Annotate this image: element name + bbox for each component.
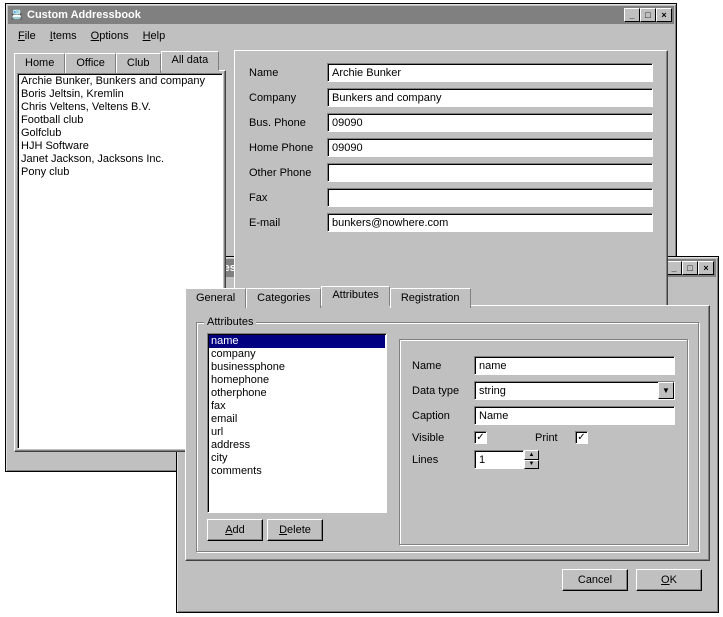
cancel-button[interactable]: Cancel [562,569,628,591]
spinner-up-icon[interactable]: ▲ [524,450,539,460]
maximize-button[interactable]: □ [682,261,698,275]
company-field[interactable] [327,88,653,107]
name-label: Name [249,67,327,79]
tab-home[interactable]: Home [14,53,65,73]
list-item[interactable]: name [209,335,385,348]
otherphone-field[interactable] [327,163,653,182]
email-field[interactable] [327,213,653,232]
ok-button[interactable]: OK [636,569,702,591]
close-button[interactable]: × [698,261,714,275]
attr-name-field[interactable] [474,356,675,375]
tab-registration[interactable]: Registration [390,288,471,308]
menu-items[interactable]: Items [44,28,83,44]
spinner-down-icon[interactable]: ▼ [524,460,539,470]
settings-window: 📇 Addressbook Settings _ □ × General Cat… [176,256,719,613]
list-item[interactable]: Chris Veltens, Veltens B.V. [19,101,221,114]
tab-all-data[interactable]: All data [161,51,220,71]
datatype-value: string [475,385,658,397]
lines-spinner[interactable]: ▲ ▼ [474,450,539,469]
minimize-button[interactable]: _ [624,8,640,22]
menubar: File Items Options Help [6,26,676,46]
busphone-field[interactable] [327,113,653,132]
close-button[interactable]: × [656,8,672,22]
minimize-button[interactable]: _ [666,261,682,275]
list-item[interactable]: comments [209,465,385,478]
tab-categories[interactable]: Categories [246,288,321,308]
list-item[interactable]: homephone [209,374,385,387]
lines-label: Lines [412,454,474,466]
fax-label: Fax [249,192,327,204]
list-item[interactable]: address [209,439,385,452]
homephone-field[interactable] [327,138,653,157]
print-checkbox[interactable]: ✓ [575,431,588,444]
list-item[interactable]: Janet Jackson, Jacksons Inc. [19,153,221,166]
datatype-select[interactable]: string ▼ [474,381,675,400]
list-item[interactable]: email [209,413,385,426]
busphone-label: Bus. Phone [249,117,327,129]
datatype-label: Data type [412,385,474,397]
list-item[interactable]: city [209,452,385,465]
email-label: E-mail [249,217,327,229]
list-item[interactable]: otherphone [209,387,385,400]
tab-attributes[interactable]: Attributes [321,286,389,306]
maximize-button[interactable]: □ [640,8,656,22]
main-tabs: Home Office Club All data [14,50,226,70]
list-item[interactable]: HJH Software [19,140,221,153]
caption-field[interactable] [474,406,675,425]
menu-help[interactable]: Help [137,28,172,44]
menu-options[interactable]: Options [85,28,135,44]
name-field[interactable] [327,63,653,82]
attributes-caption: Attributes [204,316,256,328]
homephone-label: Home Phone [249,142,327,154]
attr-name-label: Name [412,360,474,372]
list-item[interactable]: businessphone [209,361,385,374]
list-item[interactable]: Pony club [19,166,221,179]
delete-button[interactable]: Delete [267,519,323,541]
main-titlebar[interactable]: 📇 Custom Addressbook _ □ × [8,6,674,24]
lines-field[interactable] [474,450,524,469]
otherphone-label: Other Phone [249,167,327,179]
menu-file[interactable]: File [12,28,42,44]
list-item[interactable]: fax [209,400,385,413]
list-item[interactable]: company [209,348,385,361]
add-button[interactable]: Add [207,519,263,541]
settings-tabs: General Categories Attributes Registrati… [185,285,710,305]
list-item[interactable]: Golfclub [19,127,221,140]
main-title: Custom Addressbook [27,9,624,21]
tab-general[interactable]: General [185,288,246,308]
list-item[interactable]: Football club [19,114,221,127]
tab-club[interactable]: Club [116,53,161,73]
fax-field[interactable] [327,188,653,207]
app-icon: 📇 [10,8,24,22]
list-item[interactable]: Boris Jeltsin, Kremlin [19,88,221,101]
print-label: Print [535,432,575,444]
visible-checkbox[interactable]: ✓ [474,431,487,444]
list-item[interactable]: Archie Bunker, Bunkers and company [19,75,221,88]
tab-office[interactable]: Office [65,53,116,73]
chevron-down-icon[interactable]: ▼ [658,382,674,399]
visible-label: Visible [412,432,474,444]
list-item[interactable]: url [209,426,385,439]
caption-label: Caption [412,410,474,422]
attributes-listbox[interactable]: name company businessphone homephone oth… [207,333,387,513]
company-label: Company [249,92,327,104]
